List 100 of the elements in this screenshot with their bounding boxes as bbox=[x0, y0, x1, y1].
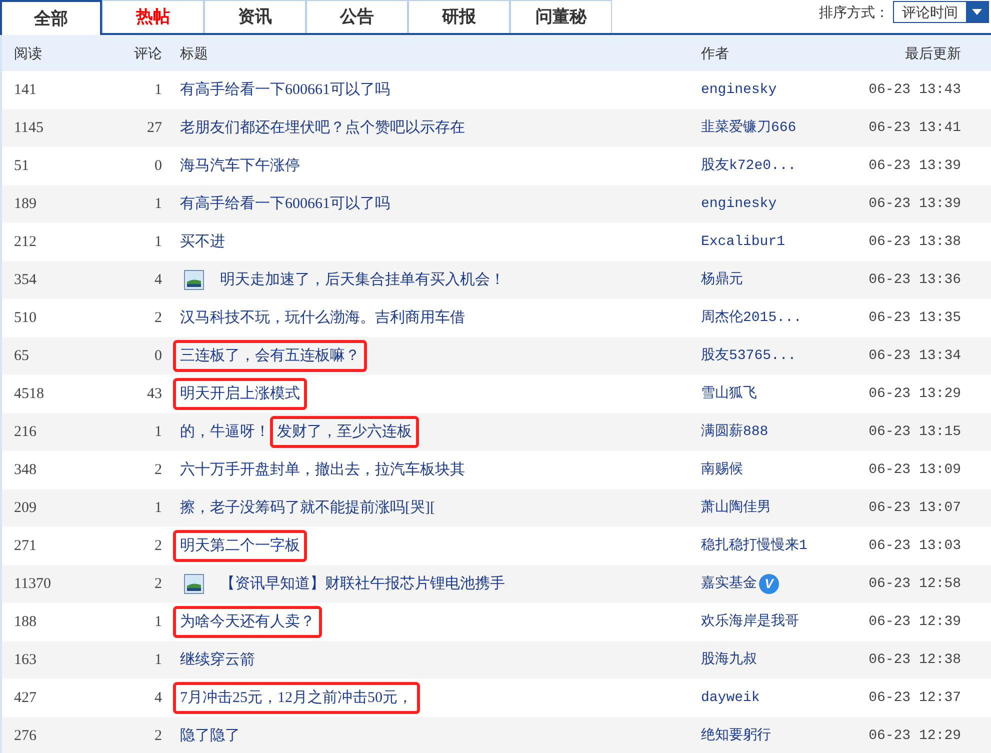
comment-count: 0 bbox=[154, 158, 162, 174]
read-count: 65 bbox=[14, 348, 29, 364]
tab[interactable]: 热帖 bbox=[102, 0, 204, 33]
read-count: 271 bbox=[14, 538, 36, 554]
update-time: 06-23 13:43 bbox=[868, 82, 961, 98]
update-time: 06-23 13:36 bbox=[868, 272, 961, 288]
comment-count: 1 bbox=[154, 652, 162, 668]
author-link[interactable]: 股海九叔 bbox=[701, 650, 757, 670]
author-link[interactable]: 满圆薪888 bbox=[701, 422, 768, 442]
post-title-link[interactable]: 7月冲击25元，12月之前冲击50元， bbox=[173, 682, 420, 714]
author-link[interactable]: enginesky bbox=[701, 194, 777, 214]
post-title-link[interactable]: 【资讯早知道】财联社午报芯片锂电池携手 bbox=[220, 572, 505, 596]
author-link[interactable]: 稳扎稳打慢慢来1 bbox=[701, 536, 808, 556]
post-title-link[interactable]: 买不进 bbox=[180, 230, 225, 254]
update-time: 06-23 12:29 bbox=[868, 728, 961, 744]
author-link[interactable]: 周杰伦2015... bbox=[701, 308, 802, 328]
comment-count: 1 bbox=[154, 234, 162, 250]
sort-dropdown[interactable]: 评论时间 bbox=[893, 1, 989, 23]
post-title-link[interactable]: 有高手给看一下600661可以了吗 bbox=[180, 192, 390, 216]
column-header: 阅读 bbox=[14, 44, 42, 60]
read-count: 1145 bbox=[14, 120, 44, 136]
author-link[interactable]: enginesky bbox=[701, 80, 777, 100]
comment-count: 1 bbox=[154, 424, 162, 440]
author-link[interactable]: 杨鼎元 bbox=[701, 270, 743, 290]
comment-count: 2 bbox=[154, 538, 162, 554]
post-title-link[interactable]: 发财了，至少六连板 bbox=[270, 416, 419, 448]
read-count: 4518 bbox=[14, 386, 44, 402]
tab[interactable]: 全部 bbox=[0, 0, 102, 35]
author-link[interactable]: 雪山狐飞 bbox=[701, 384, 757, 404]
comment-count: 2 bbox=[154, 576, 162, 592]
column-header: 最后更新 bbox=[905, 44, 961, 60]
author-link[interactable]: Excalibur1 bbox=[701, 232, 786, 252]
post-title-link[interactable]: 明天第二个一字板 bbox=[173, 530, 307, 562]
update-time: 06-23 13:03 bbox=[868, 538, 961, 554]
post-title-link[interactable]: 隐了隐了 bbox=[180, 724, 240, 748]
comment-count: 1 bbox=[154, 196, 162, 212]
author-link[interactable]: 股友53765... bbox=[701, 346, 796, 366]
update-time: 06-23 12:37 bbox=[868, 690, 961, 706]
comment-count: 1 bbox=[154, 614, 162, 630]
update-time: 06-23 13:09 bbox=[868, 462, 961, 478]
update-time: 06-23 13:41 bbox=[868, 120, 961, 136]
post-title-link[interactable]: 三连板了，会有五连板嘛？ bbox=[173, 340, 367, 372]
column-header: 作者 bbox=[701, 44, 729, 60]
update-time: 06-23 13:39 bbox=[868, 196, 961, 212]
read-count: 51 bbox=[14, 158, 29, 174]
caret-icon bbox=[972, 9, 982, 15]
read-count: 354 bbox=[14, 272, 36, 288]
read-count: 276 bbox=[14, 728, 36, 744]
update-time: 06-23 13:34 bbox=[868, 348, 961, 364]
comment-count: 2 bbox=[154, 310, 162, 326]
read-count: 11370 bbox=[14, 576, 51, 592]
read-count: 348 bbox=[14, 462, 36, 478]
column-header: 评论 bbox=[134, 44, 162, 60]
comment-count: 4 bbox=[154, 690, 162, 706]
author-link[interactable]: 萧山陶佳男 bbox=[701, 498, 771, 518]
author-link[interactable]: 股友k72e0... bbox=[701, 156, 796, 176]
column-header: 标题 bbox=[180, 44, 208, 60]
read-count: 141 bbox=[14, 82, 36, 98]
tab[interactable]: 问董秘 bbox=[510, 0, 612, 33]
author-link[interactable]: 嘉实基金 bbox=[701, 574, 757, 594]
post-title-link[interactable]: 老朋友们都还在埋伏吧？点个赞吧以示存在 bbox=[180, 116, 465, 140]
update-time: 06-23 13:39 bbox=[868, 158, 961, 174]
comment-count: 27 bbox=[147, 120, 162, 136]
tab[interactable]: 资讯 bbox=[204, 0, 306, 33]
author-link[interactable]: dayweik bbox=[701, 688, 760, 708]
read-count: 212 bbox=[14, 234, 36, 250]
post-title-link[interactable]: 海马汽车下午涨停 bbox=[180, 154, 300, 178]
author-link[interactable]: 南赐候 bbox=[701, 460, 743, 480]
comment-count: 1 bbox=[154, 500, 162, 516]
author-link[interactable]: 绝知要躬行 bbox=[701, 726, 771, 746]
read-count: 209 bbox=[14, 500, 36, 516]
post-title-link[interactable]: 明天走加速了，后天集合挂单有买入机会！ bbox=[220, 268, 505, 292]
update-time: 06-23 12:38 bbox=[868, 652, 961, 668]
author-link[interactable]: 韭菜爱镰刀666 bbox=[701, 118, 796, 138]
update-time: 06-23 12:58 bbox=[868, 576, 961, 592]
read-count: 163 bbox=[14, 652, 36, 668]
post-title-link[interactable]: 擦，老子没筹码了就不能提前涨吗[哭][ bbox=[180, 496, 435, 520]
sort-label: 排序方式： bbox=[819, 2, 889, 22]
read-count: 189 bbox=[14, 196, 36, 212]
update-time: 06-23 13:35 bbox=[868, 310, 961, 326]
update-time: 06-23 13:29 bbox=[868, 386, 961, 402]
read-count: 427 bbox=[14, 690, 36, 706]
comment-count: 1 bbox=[154, 82, 162, 98]
author-link[interactable]: 欢乐海岸是我哥 bbox=[701, 612, 799, 632]
post-title-link[interactable]: 继续穿云箭 bbox=[180, 648, 255, 672]
post-title-link[interactable]: 为啥今天还有人卖？ bbox=[173, 606, 322, 638]
post-title-link[interactable]: 汉马科技不玩，玩什么渤海。吉利商用车借 bbox=[180, 306, 465, 330]
update-time: 06-23 12:39 bbox=[868, 614, 961, 630]
tab[interactable]: 研报 bbox=[408, 0, 510, 33]
read-count: 216 bbox=[14, 424, 36, 440]
read-count: 510 bbox=[14, 310, 36, 326]
post-title-link[interactable]: 明天开启上涨模式 bbox=[173, 378, 307, 410]
post-title-link[interactable]: 六十万手开盘封单，撤出去，拉汽车板块其 bbox=[180, 458, 465, 482]
post-title-link[interactable]: 有高手给看一下600661可以了吗 bbox=[180, 78, 390, 102]
verified-badge: V bbox=[759, 574, 779, 594]
comment-count: 2 bbox=[154, 728, 162, 744]
comment-count: 2 bbox=[154, 462, 162, 478]
post-title-link[interactable]: 的，牛逼呀！ bbox=[180, 420, 270, 444]
tab[interactable]: 公告 bbox=[306, 0, 408, 33]
update-time: 06-23 13:07 bbox=[868, 500, 961, 516]
